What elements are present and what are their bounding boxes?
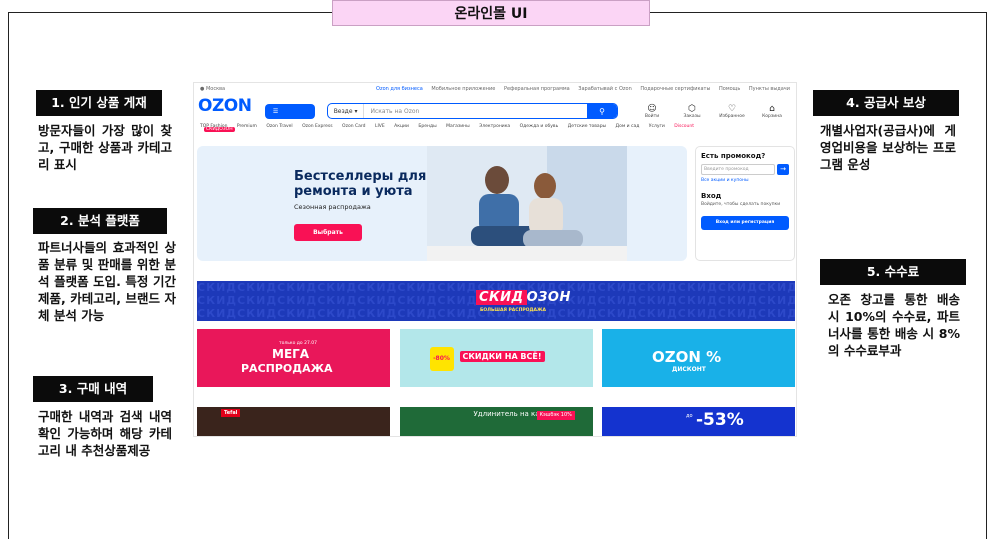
nav-item[interactable]: Одежда и обувь [520,124,559,129]
top-link[interactable]: Зарабатывай с Ozon [578,86,632,92]
callout-text-popular: 방문자들이 가장 많이 찾고, 구매한 상품과 카테고리 표시 [38,123,172,172]
login-register-button[interactable]: Вход или регистрация [701,216,789,230]
nav-item[interactable]: LIVE [375,124,385,129]
callout-tag-popular: 1. 인기 상품 게재 [36,90,162,116]
discount-badge: -80% [429,347,454,371]
nav-item[interactable]: Услуги [649,124,665,129]
nav-item[interactable]: Электроника [479,124,510,129]
callout-tag-supplier: 4. 공급사 보상 [813,90,959,116]
promo-tile-extension[interactable]: Удлинитель на катушке Кэшбэк 10% [399,407,593,436]
nav-item[interactable]: Ozon Travel [266,124,292,129]
header: OZON СКИДОЗОН ☰ Каталог Везде ▾ Искать н… [194,97,796,132]
promo-title: Есть промокод? [701,152,766,160]
promo-tile-ozon-discount[interactable]: OZON % ДИСКОНТ [602,329,795,387]
shop-screenshot: ● Москва Ozon для бизнеса Мобильное прил… [193,82,797,437]
promo-tiles-row: только до 27.07 МЕГА РАСПРОДАЖА -80% СКИ… [197,329,795,387]
promo-link[interactable]: Все акции и купоны [701,178,789,183]
top-bar: ● Москва Ozon для бизнеса Мобильное прил… [194,83,796,95]
nav-item[interactable]: Детские товары [568,124,606,129]
hero-banner[interactable]: Бестселлеры для ремонта и уюта Сезонная … [197,146,687,261]
promo-panel: Есть промокод? Введите промокод → Все ак… [695,146,795,261]
top-link[interactable]: Реферальная программа [504,86,570,92]
promo-tile-53[interactable]: до -53% [602,407,795,436]
cart-button[interactable]: ⌂ Корзина [752,104,792,119]
callout-tag-fee: 5. 수수료 [820,259,966,285]
callout-text-fee: 오존 창고를 통한 배송 시 10%의 수수료, 파트너사를 통한 배송 시 8… [828,292,960,358]
banner-subtitle: БОЛЬШАЯ РАСПРОДАЖА [480,308,546,313]
top-link[interactable]: Ozon для бизнеса [376,86,423,92]
top-link[interactable]: Помощь [719,86,740,92]
nav-item-discount[interactable]: Discount [674,124,694,129]
promo-tile-mega[interactable]: только до 27.07 МЕГА РАСПРОДАЖА [197,329,390,387]
callout-text-history: 구매한 내역과 검색 내역 확인 가능하며 해당 카테고리 내 추천상품제공 [38,409,172,458]
promo-tiles-row-2: Tefal Удлинитель на катушке Кэшбэк 10% д… [197,407,795,436]
nav-item[interactable]: Бренды [418,124,436,129]
orders-button[interactable]: ⬡ Заказы [672,104,712,119]
nav-item[interactable]: Магазины [446,124,470,129]
box-icon: ⬡ [688,103,696,114]
cart-icon: ⌂ [769,103,775,114]
heart-icon: ♡ [727,103,737,114]
callout-text-analytics: 파트너사들의 효과적인 상품 분류 및 판매를 위한 분석 플랫폼 도입. 특정… [38,240,176,323]
callout-tag-history: 3. 구매 내역 [33,376,153,402]
user-icon: ☺ [647,103,657,114]
search-input[interactable]: Искать на Ozon [364,108,587,115]
nav-item[interactable]: Дом и сад [616,124,640,129]
promo-tile-discounts[interactable]: -80% СКИДКИ НА ВСЁ! [399,329,593,387]
arrow-right-icon[interactable]: → [777,164,789,175]
nav-item[interactable]: TOP Fashion [200,124,227,129]
hero-title: Бестселлеры для ремонта и уюта [294,169,427,199]
header-actions: ☺ Войти ⬡ Заказы ♡ Избранное ⌂ Корзина [632,104,792,119]
search-bar[interactable]: Везде ▾ Искать на Ozon ⚲ [326,103,618,119]
nav-item[interactable]: Premium [237,124,257,129]
nav-item[interactable]: Ozon Card [342,124,365,129]
hero-subtitle: Сезонная распродажа [294,203,371,211]
banner-brand: СКИД ОЗОН [476,290,571,305]
callout-tag-analytics: 2. 분석 플랫폼 [33,208,167,234]
login-title: Вход [701,192,722,200]
callout-text-supplier: 개별사업자(공급사)에 게 영업비용을 보상하는 프로그램 운성 [820,123,956,172]
nav-item[interactable]: Ozon Express [302,124,333,129]
login-description: Войдите, чтобы сделать покупки [701,202,781,207]
catalog-button[interactable]: ☰ Каталог [264,103,315,130]
top-link[interactable]: Мобильное приложение [431,86,495,92]
ozon-logo[interactable]: OZON СКИДОЗОН [198,98,255,132]
search-icon[interactable]: ⚲ [587,104,617,118]
login-button[interactable]: ☺ Войти [632,104,672,119]
top-link[interactable]: Пункты выдачи [749,86,790,92]
category-nav: TOP Fashion Premium Ozon Travel Ozon Exp… [194,124,796,134]
location-link[interactable]: ● Москва [200,86,369,92]
page-title: 온라인몰 UI [332,0,650,26]
search-scope-select[interactable]: Везде ▾ [328,104,365,118]
promo-code-input[interactable]: Введите промокод [701,164,775,175]
top-link[interactable]: Подарочные сертификаты [640,86,710,92]
nav-item[interactable]: Акции [394,124,409,129]
sale-banner[interactable]: СКИДСКИДСКИДСКИДСКИДСКИДСКИДСКИДСКИДСКИД… [197,281,795,321]
top-links: Ozon для бизнеса Мобильное приложение Ре… [369,86,790,92]
hero-people-image [427,146,627,261]
hero-button[interactable]: Выбрать [294,224,362,241]
favorites-button[interactable]: ♡ Избранное [712,104,752,119]
promo-tile-tefal[interactable]: Tefal [197,407,390,436]
